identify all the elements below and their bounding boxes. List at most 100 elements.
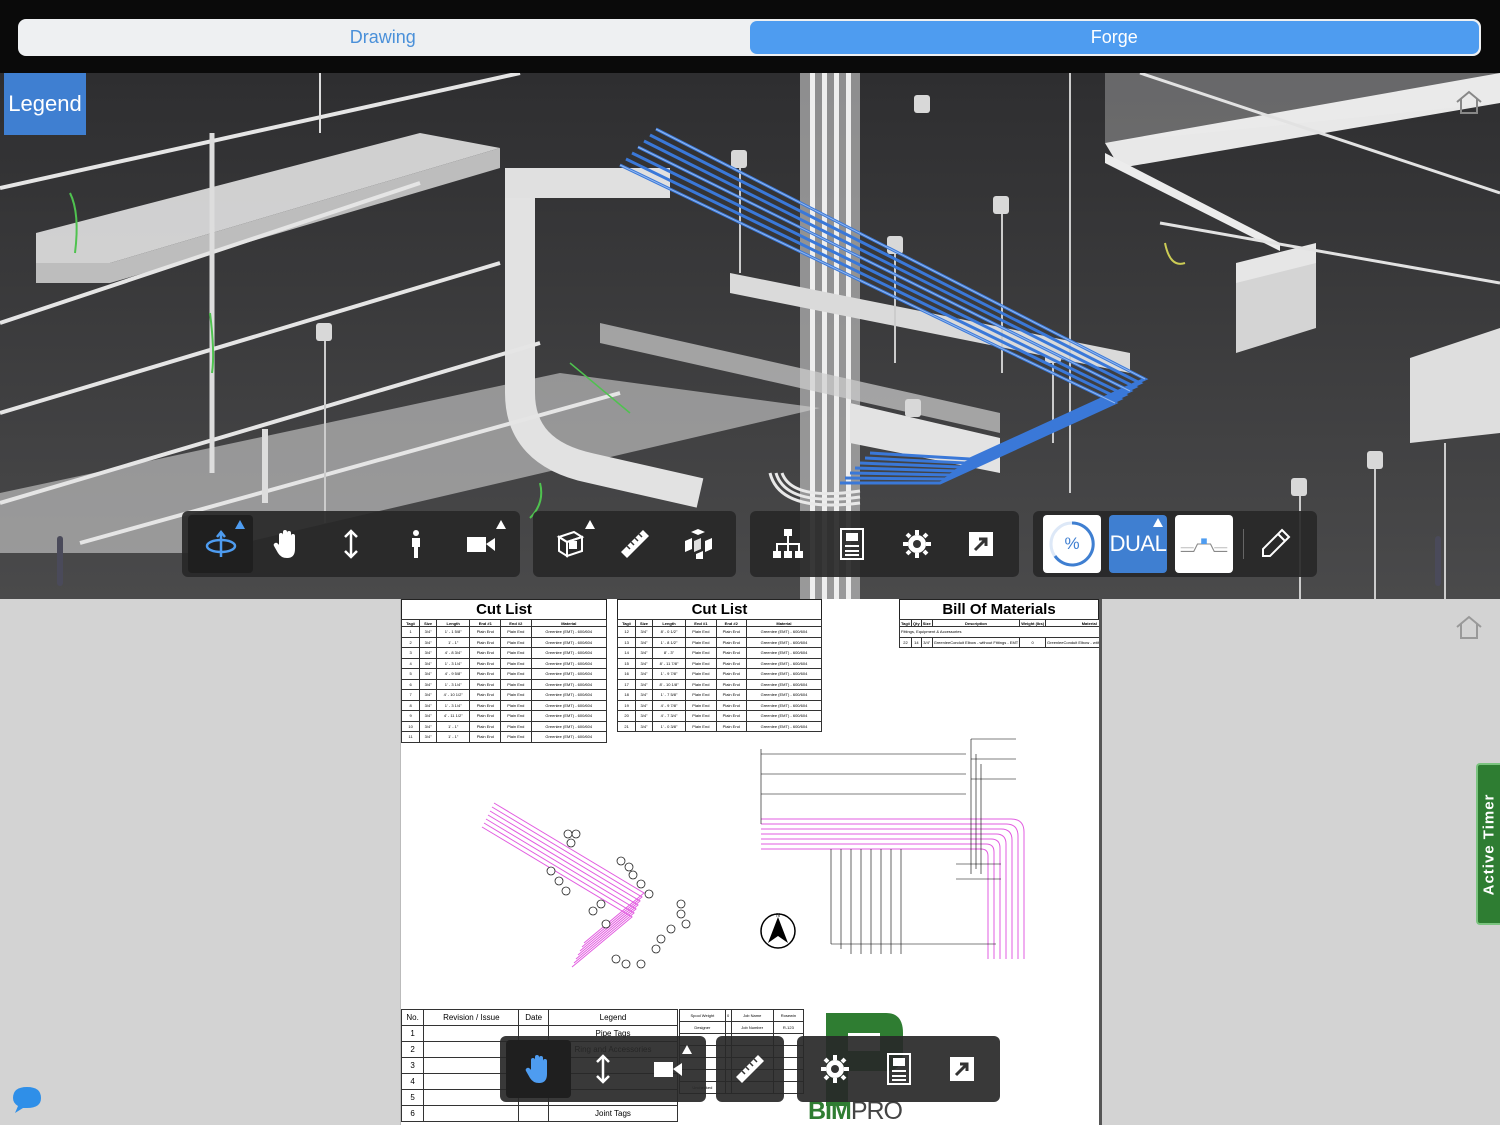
table-cell: GreenleeConduit Elbow - without Fittings… — [931, 636, 1021, 648]
table-header-cell: Size — [635, 619, 653, 627]
model-browser-button[interactable] — [756, 515, 820, 573]
sheet-thumbnail-button[interactable] — [1175, 515, 1233, 573]
percent-button[interactable]: % — [1043, 515, 1101, 573]
table-cell: 15 — [616, 657, 637, 669]
measure-button[interactable] — [717, 1040, 783, 1098]
forge-3d-viewer[interactable]: % DUAL — [0, 73, 1500, 599]
pan-button[interactable] — [506, 1040, 571, 1098]
bom-title: Bill Of Materials — [899, 599, 1099, 619]
table-cell: 22 — [898, 636, 913, 648]
table-cell: 1' - 1" — [435, 636, 471, 648]
table-header-cell: Size — [920, 619, 933, 627]
table-cell: 3/4" — [419, 678, 437, 690]
properties-button[interactable] — [820, 515, 884, 573]
table-row: 18 3/4" 1' - 7 5/8" Plain End Plain End Green… — [616, 689, 823, 701]
measure-icon — [620, 530, 649, 558]
properties-button[interactable] — [867, 1040, 931, 1098]
table-cell: 8' - 3" — [651, 647, 687, 659]
markup-button[interactable] — [1250, 515, 1300, 573]
table-cell: Plain End — [469, 647, 502, 659]
home-view-icon[interactable] — [1454, 614, 1484, 640]
table-row: 10 3/4" 1' - 1" Plain End Plain End Greenlee … — [401, 720, 608, 732]
table-cell: 1' - 1" — [435, 720, 471, 732]
table-cell: Plain End — [500, 657, 532, 669]
app-root: Drawing Forge % DUAL Legend Cut List Tag… — [0, 0, 1500, 1125]
revision-header-cell: Date — [518, 1009, 549, 1026]
table-cell: 3/4" — [635, 657, 653, 669]
dual-view-button[interactable]: DUAL — [1109, 515, 1167, 573]
table-cell: 4' - 7 3/4" — [651, 710, 687, 722]
settings-icon — [820, 1055, 849, 1083]
table-cell: Greenlee (EMT) - 600/604 — [745, 720, 823, 732]
table-row: 22 14 3/4" GreenleeConduit Elbow - without … — [898, 636, 1099, 648]
revision-issue — [423, 1105, 520, 1122]
table-cell: 3/4" — [419, 657, 437, 669]
table-cell: Greenlee (EMT) - 600/604 — [530, 720, 608, 732]
table-cell: Greenlee (EMT) - 600/604 — [745, 678, 823, 690]
table-header-cell: Qty — [911, 619, 922, 627]
drawing-viewer[interactable]: Cut List Tag# Size Length End #1 End #2 Mater… — [0, 599, 1500, 1125]
table-row: 19 3/4" 4' - 9 7/8" Plain End Plain End Green… — [616, 699, 823, 711]
camera-button[interactable] — [635, 1040, 700, 1098]
table-cell: Plain End — [715, 668, 747, 680]
table-cell: 4' - 9 7/8" — [651, 699, 687, 711]
settings-icon — [902, 530, 931, 558]
tab-drawing[interactable]: Drawing — [18, 19, 748, 56]
measure-icon — [736, 1055, 764, 1083]
table-cell: Plain End — [469, 710, 502, 722]
table-header-cell: Tag# — [898, 619, 913, 627]
legend-button[interactable]: Legend — [4, 73, 86, 135]
pan-button[interactable] — [253, 515, 318, 573]
table-cell: 17 — [616, 678, 637, 690]
table-cell: Plain End — [715, 647, 747, 659]
chat-icon[interactable] — [10, 1084, 44, 1114]
settings-button[interactable] — [803, 1040, 867, 1098]
table-cell: Plain End — [715, 720, 747, 732]
table-cell: 1' - 8 1/2" — [651, 636, 687, 648]
table-cell: 4' - 10 1/2" — [435, 689, 471, 701]
first-person-button[interactable] — [384, 515, 449, 573]
table-cell: Greenlee (EMT) - 600/604 — [530, 626, 608, 638]
fullscreen-button[interactable] — [949, 515, 1013, 573]
left-drag-handle[interactable] — [57, 536, 63, 586]
orbit-button[interactable] — [188, 515, 254, 573]
job-label: Designer — [679, 1021, 726, 1034]
explode-button[interactable] — [666, 515, 730, 573]
home-view-icon[interactable] — [1454, 89, 1484, 115]
right-drag-handle[interactable] — [1435, 536, 1441, 586]
first-person-icon — [412, 530, 421, 558]
job-label: Job Number — [730, 1021, 774, 1034]
active-timer-tab[interactable]: Active Timer — [1476, 763, 1500, 925]
table-cell: Plain End — [500, 647, 532, 659]
table-cell: Plain End — [469, 678, 502, 690]
table-cell: 3/4" — [635, 668, 653, 680]
table-row: 5 3/4" 4' - 9 5/8" Plain End Plain End Greenl… — [401, 668, 608, 680]
measure-button[interactable] — [603, 515, 667, 573]
table-cell: Plain End — [469, 636, 502, 648]
table-cell: 19 — [616, 699, 637, 711]
table-cell: 3/4" — [419, 710, 437, 722]
table-cell: 3/4" — [635, 636, 653, 648]
camera-icon — [467, 537, 496, 552]
table-cell: Plain End — [500, 678, 532, 690]
camera-button[interactable] — [449, 515, 514, 573]
table-cell: Greenlee (EMT) - 600/604 — [530, 731, 608, 743]
table-cell: 3/4" — [635, 699, 653, 711]
zoom-button[interactable] — [571, 1040, 636, 1098]
table-cell: Plain End — [469, 699, 502, 711]
tools-toolbar — [533, 511, 736, 577]
table-cell: Plain End — [469, 720, 502, 732]
table-cell: 1' - 7 5/8" — [651, 689, 687, 701]
tab-forge[interactable]: Forge — [749, 21, 1479, 54]
cut-list-title: Cut List — [401, 599, 607, 619]
table-cell: Greenlee (EMT) - 600/604 — [530, 710, 608, 722]
pan-icon — [273, 530, 295, 558]
table-cell: 14 — [911, 636, 922, 648]
settings-button[interactable] — [885, 515, 949, 573]
table-cell: Plain End — [500, 699, 532, 711]
zoom-button[interactable] — [318, 515, 383, 573]
section-button[interactable] — [539, 515, 603, 573]
fullscreen-icon — [968, 532, 993, 556]
fullscreen-button[interactable] — [930, 1040, 994, 1098]
table-cell: Plain End — [469, 731, 502, 743]
